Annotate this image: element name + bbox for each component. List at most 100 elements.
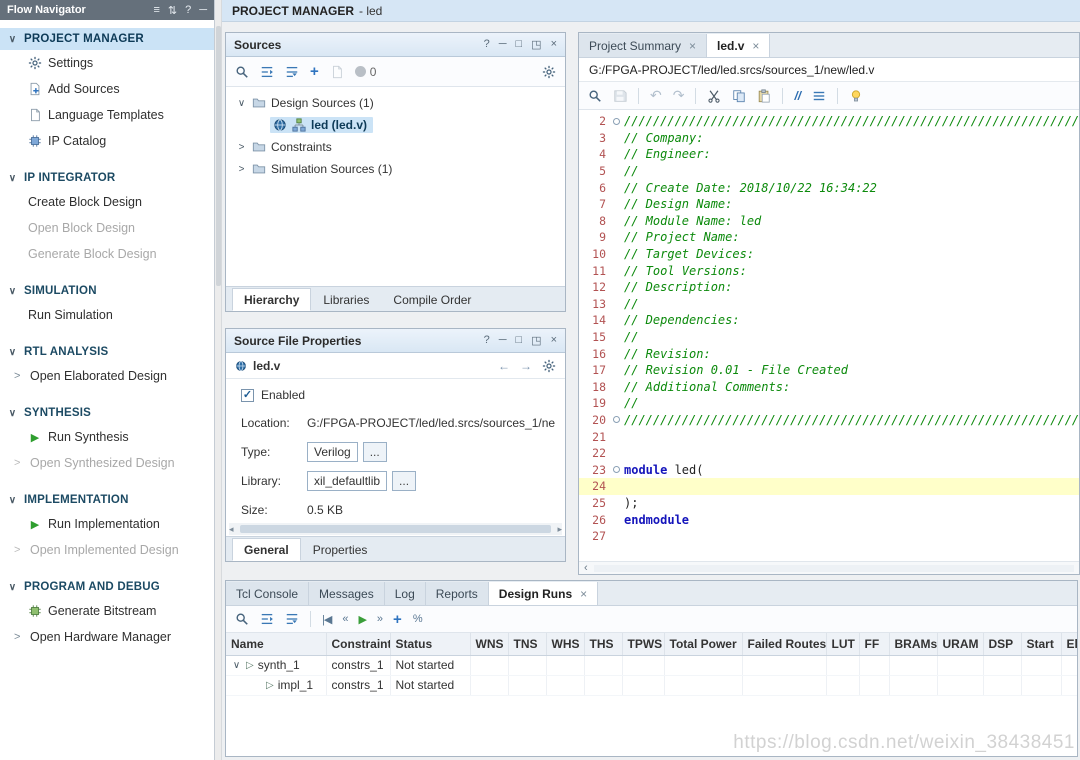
help-icon[interactable]: ? [185,4,191,17]
settings-gear-icon[interactable] [542,65,556,79]
column-header-constraints[interactable]: Constraints [326,633,390,655]
nav-item-open-block-design[interactable]: Open Block Design [0,215,214,241]
code-line[interactable]: 21 [579,428,1079,445]
code-line[interactable]: 18// Additional Comments: [579,379,1079,396]
redo-icon[interactable]: ↷ [673,87,685,104]
collapse-all-icon[interactable] [260,612,274,626]
minimize-icon[interactable]: ─ [499,334,507,347]
tree-item-constraints[interactable]: >Constraints [226,136,565,158]
tab-led-v[interactable]: led.v× [707,34,770,57]
search-icon[interactable] [588,89,602,103]
float-icon[interactable]: ◳ [531,334,541,347]
run-icon[interactable]: ▶ [358,613,365,626]
nav-item-ip-catalog[interactable]: IP Catalog [0,128,214,154]
nav-item-run-synthesis[interactable]: ▶Run Synthesis [0,424,214,450]
properties-hscrollbar[interactable]: ◂ ▸ [229,523,562,535]
column-header-failed-routes[interactable]: Failed Routes [742,633,826,655]
scrollbar-track[interactable] [594,565,1074,572]
toggle-comment-icon[interactable]: // [794,89,801,103]
code-line[interactable]: 5// [579,163,1079,180]
code-line[interactable]: 9// Project Name: [579,229,1079,246]
settings-gear-icon[interactable] [542,359,556,373]
browse-button[interactable]: ... [363,442,387,462]
code-line[interactable]: 4// Engineer: [579,146,1079,163]
column-header-ff[interactable]: FF [859,633,889,655]
tree-item-design-sources-1[interactable]: ∨Design Sources (1) [226,92,565,114]
nav-section-rtl-analysis[interactable]: ∨RTL ANALYSIS [0,341,214,363]
code-line[interactable]: 27 [579,528,1079,545]
paste-icon[interactable] [757,89,771,103]
nav-section-implementation[interactable]: ∨IMPLEMENTATION [0,489,214,511]
tab-log[interactable]: Log [385,582,426,605]
expand-all-icon[interactable] [285,65,299,79]
code-line[interactable]: 14// Dependencies: [579,312,1079,329]
code-line[interactable]: 10// Target Devices: [579,246,1079,263]
minimize-icon[interactable]: ─ [199,4,207,17]
scrollbar-thumb[interactable] [216,26,221,286]
code-line[interactable]: 3// Company: [579,130,1079,147]
code-line[interactable]: 13// [579,296,1079,313]
fold-marker-icon[interactable] [609,118,624,125]
code-line[interactable]: 2///////////////////////////////////////… [579,113,1079,130]
nav-item-create-block-design[interactable]: Create Block Design [0,189,214,215]
column-header-lut[interactable]: LUT [826,633,859,655]
undo-icon[interactable]: ↶ [650,87,662,104]
run-row-synth-1[interactable]: ∨▷synth_1constrs_1Not started [226,655,1077,675]
search-icon[interactable] [235,65,249,79]
scroll-left-icon[interactable]: ◂ [229,524,234,535]
column-header-brams[interactable]: BRAMs [889,633,937,655]
nav-section-synthesis[interactable]: ∨SYNTHESIS [0,402,214,424]
tab-libraries[interactable]: Libraries [311,288,381,311]
chevron-down-icon[interactable]: ∨ [231,660,242,671]
nav-item-generate-block-design[interactable]: Generate Block Design [0,241,214,267]
code-line[interactable]: 22 [579,445,1079,462]
code-area[interactable]: 2///////////////////////////////////////… [579,110,1079,561]
column-header-ela[interactable]: Ela [1061,633,1077,655]
flow-navigator-scrollbar[interactable] [215,0,222,760]
column-header-tpws[interactable]: TPWS [622,633,664,655]
nav-item-run-simulation[interactable]: Run Simulation [0,302,214,328]
help-icon[interactable]: ? [484,334,490,347]
column-header-dsp[interactable]: DSP [983,633,1021,655]
close-icon[interactable]: × [551,38,557,51]
nav-item-settings[interactable]: Settings [0,50,214,76]
code-line[interactable]: 11// Tool Versions: [579,262,1079,279]
tab-properties[interactable]: Properties [301,538,380,561]
expand-all-icon[interactable] [285,612,299,626]
forward-arrow-icon[interactable]: → [520,359,532,373]
code-line[interactable]: 12// Description: [579,279,1079,296]
nav-section-program-and-debug[interactable]: ∨PROGRAM AND DEBUG [0,576,214,598]
code-line[interactable]: 7// Design Name: [579,196,1079,213]
rewind-icon[interactable]: « [342,613,347,625]
tab-general[interactable]: General [232,538,301,561]
fold-marker-icon[interactable] [609,466,624,473]
chevron-right-icon[interactable]: > [236,142,247,153]
cut-icon[interactable] [707,89,721,103]
nav-item-generate-bitstream[interactable]: Generate Bitstream [0,598,214,624]
percent-icon[interactable]: % [413,613,422,625]
chevron-right-icon[interactable]: > [236,164,247,175]
code-line[interactable]: 25); [579,495,1079,512]
lightbulb-icon[interactable] [849,89,863,103]
copy-icon[interactable] [732,89,746,103]
close-icon[interactable]: × [580,587,587,601]
code-line[interactable]: 15// [579,329,1079,346]
fold-marker-icon[interactable] [609,416,624,423]
chevron-down-icon[interactable]: ∨ [236,98,247,109]
close-icon[interactable]: × [551,334,557,347]
column-header-tns[interactable]: TNS [508,633,546,655]
menu-icon[interactable]: ≡ [153,4,159,17]
nav-item-add-sources[interactable]: Add Sources [0,76,214,102]
tab-reports[interactable]: Reports [426,582,489,605]
code-line[interactable]: 17// Revision 0.01 - File Created [579,362,1079,379]
minimize-icon[interactable]: ─ [499,38,507,51]
nav-item-open-hardware-manager[interactable]: >Open Hardware Manager [0,624,214,650]
browse-button[interactable]: ... [392,471,416,491]
code-line[interactable]: 19// [579,395,1079,412]
selected-tree-item[interactable]: led (led.v) [270,117,373,133]
column-header-total-power[interactable]: Total Power [664,633,742,655]
close-icon[interactable]: × [752,39,759,53]
nav-section-simulation[interactable]: ∨SIMULATION [0,280,214,302]
maximize-icon[interactable]: □ [516,334,523,347]
collapse-all-icon[interactable] [260,65,274,79]
